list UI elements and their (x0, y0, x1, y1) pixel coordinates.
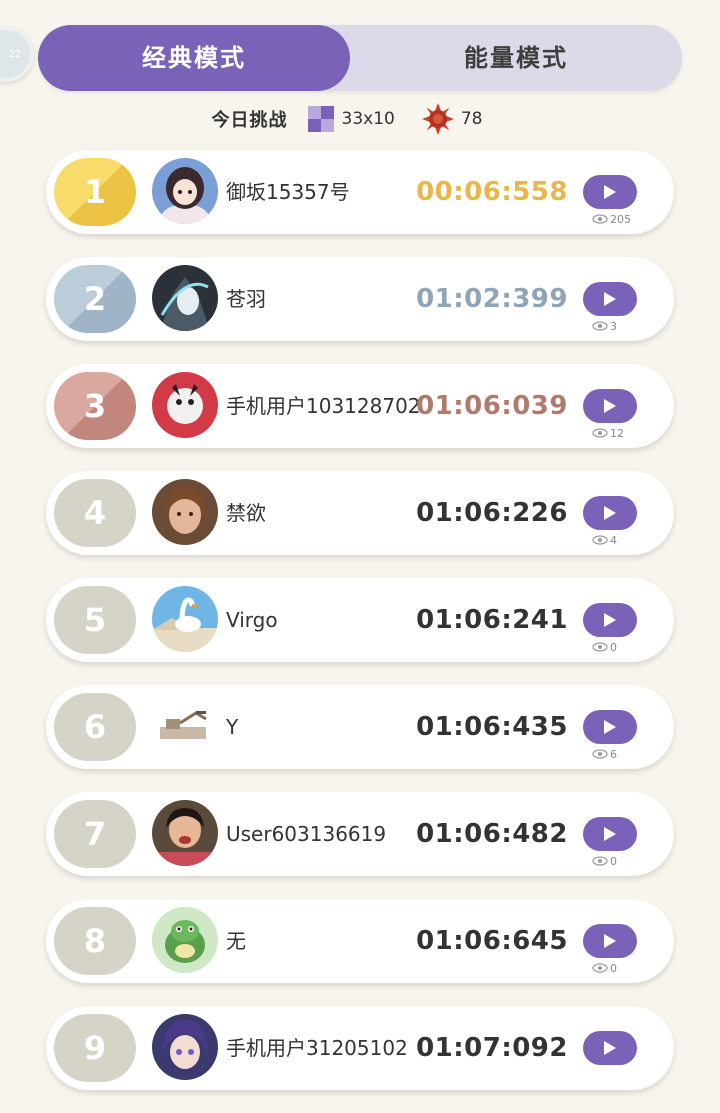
leaderboard-row[interactable]: 3 手机用户103128702 01:06:039 12 (46, 364, 674, 448)
player-name: 无 (226, 929, 246, 953)
rank-badge-gold: 1 (54, 158, 136, 226)
finish-time: 01:07:092 (416, 1033, 568, 1063)
daily-challenge-title: 今日挑战 (211, 110, 288, 131)
leaderboard-list: 1 御坂15357号 00:06:558 205 2 苍羽 01:02:399 … (46, 150, 674, 1113)
view-count: 0 (592, 854, 617, 868)
finish-time: 01:06:435 (416, 712, 568, 742)
avatar[interactable] (152, 265, 218, 331)
leaderboard-row[interactable]: 8 无 01:06:645 0 (46, 899, 674, 983)
play-icon (604, 185, 616, 199)
play-replay-button[interactable] (583, 603, 637, 637)
daily-challenge: 今日挑战 33x10 78 (0, 103, 720, 135)
leaderboard-row[interactable]: 1 御坂15357号 00:06:558 205 (46, 150, 674, 234)
tab-energy-mode[interactable]: 能量模式 (350, 25, 682, 91)
avatar[interactable] (152, 907, 218, 973)
play-icon (604, 934, 616, 948)
view-count: 0 (592, 640, 617, 654)
eye-icon (592, 642, 608, 652)
play-icon (604, 292, 616, 306)
view-count-value: 4 (610, 533, 617, 547)
player-name: 禁欲 (226, 501, 266, 525)
leaderboard-row[interactable]: 5 Virgo 01:06:241 0 (46, 578, 674, 662)
avatar[interactable] (152, 586, 218, 652)
eye-icon (592, 428, 608, 438)
player-name: 手机用户103128702 (226, 394, 421, 418)
rank-badge-silver: 2 (54, 265, 136, 333)
finish-time: 00:06:558 (416, 177, 568, 207)
rank-badge: 6 (54, 693, 136, 761)
play-icon (604, 720, 616, 734)
avatar[interactable] (152, 158, 218, 224)
rank-badge: 8 (54, 907, 136, 975)
finish-time: 01:02:399 (416, 284, 568, 314)
finish-time: 01:06:039 (416, 391, 568, 421)
play-replay-button[interactable] (583, 389, 637, 423)
finish-time: 01:06:241 (416, 605, 568, 635)
player-name: 手机用户31205102 (226, 1036, 408, 1060)
rank-badge-bronze: 3 (54, 372, 136, 440)
level-badge-label: 22 (8, 48, 21, 60)
eye-icon (592, 321, 608, 331)
player-name: 御坂15357号 (226, 180, 350, 204)
play-icon (604, 506, 616, 520)
eye-icon (592, 214, 608, 224)
play-replay-button[interactable] (583, 282, 637, 316)
rank-badge: 4 (54, 479, 136, 547)
finish-time: 01:06:226 (416, 498, 568, 528)
view-count-value: 0 (610, 854, 617, 868)
avatar[interactable] (152, 800, 218, 866)
view-count: 0 (592, 961, 617, 975)
leaderboard-row[interactable]: 2 苍羽 01:02:399 3 (46, 257, 674, 341)
play-icon (604, 1041, 616, 1055)
rank-badge: 5 (54, 586, 136, 654)
play-replay-button[interactable] (583, 1031, 637, 1065)
play-replay-button[interactable] (583, 924, 637, 958)
play-icon (604, 399, 616, 413)
avatar[interactable] (152, 372, 218, 438)
view-count-value: 0 (610, 640, 617, 654)
view-count-value: 12 (610, 426, 624, 440)
leaderboard-row[interactable]: 7 User603136619 01:06:482 0 (46, 792, 674, 876)
finish-time: 01:06:482 (416, 819, 568, 849)
view-count-value: 205 (610, 212, 631, 226)
leaderboard-row[interactable]: 9 手机用户31205102 01:07:092 (46, 1006, 674, 1090)
play-replay-button[interactable] (583, 817, 637, 851)
play-replay-button[interactable] (583, 710, 637, 744)
sun-icon (421, 103, 454, 135)
eye-icon (592, 963, 608, 973)
view-count: 6 (592, 747, 617, 761)
play-icon (604, 613, 616, 627)
eye-icon (592, 856, 608, 866)
player-name: 苍羽 (226, 287, 266, 311)
avatar[interactable] (152, 479, 218, 545)
player-name: Virgo (226, 608, 278, 632)
mode-tabs: 经典模式 能量模式 (38, 25, 682, 91)
avatar[interactable] (152, 1014, 218, 1080)
eye-icon (592, 535, 608, 545)
view-count: 3 (592, 319, 617, 333)
view-count-value: 0 (610, 961, 617, 975)
level-badge[interactable]: 22 (0, 26, 34, 82)
grid-icon (307, 106, 334, 132)
leaderboard-row[interactable]: 6 Y 01:06:435 6 (46, 685, 674, 769)
play-replay-button[interactable] (583, 175, 637, 209)
leaderboard-row[interactable]: 4 禁欲 01:06:226 4 (46, 471, 674, 555)
play-icon (604, 827, 616, 841)
view-count-value: 3 (610, 319, 617, 333)
energy-value: 78 (460, 109, 483, 129)
rank-badge: 9 (54, 1014, 136, 1082)
view-count: 4 (592, 533, 617, 547)
view-count-value: 6 (610, 747, 617, 761)
view-count: 205 (592, 212, 631, 226)
avatar[interactable] (152, 693, 218, 759)
player-name: User603136619 (226, 822, 387, 846)
play-replay-button[interactable] (583, 496, 637, 530)
rank-badge: 7 (54, 800, 136, 868)
view-count: 12 (592, 426, 624, 440)
grid-size-value: 33x10 (341, 109, 395, 129)
tab-classic-mode[interactable]: 经典模式 (38, 25, 350, 91)
player-name: Y (226, 715, 239, 739)
finish-time: 01:06:645 (416, 926, 568, 956)
eye-icon (592, 749, 608, 759)
